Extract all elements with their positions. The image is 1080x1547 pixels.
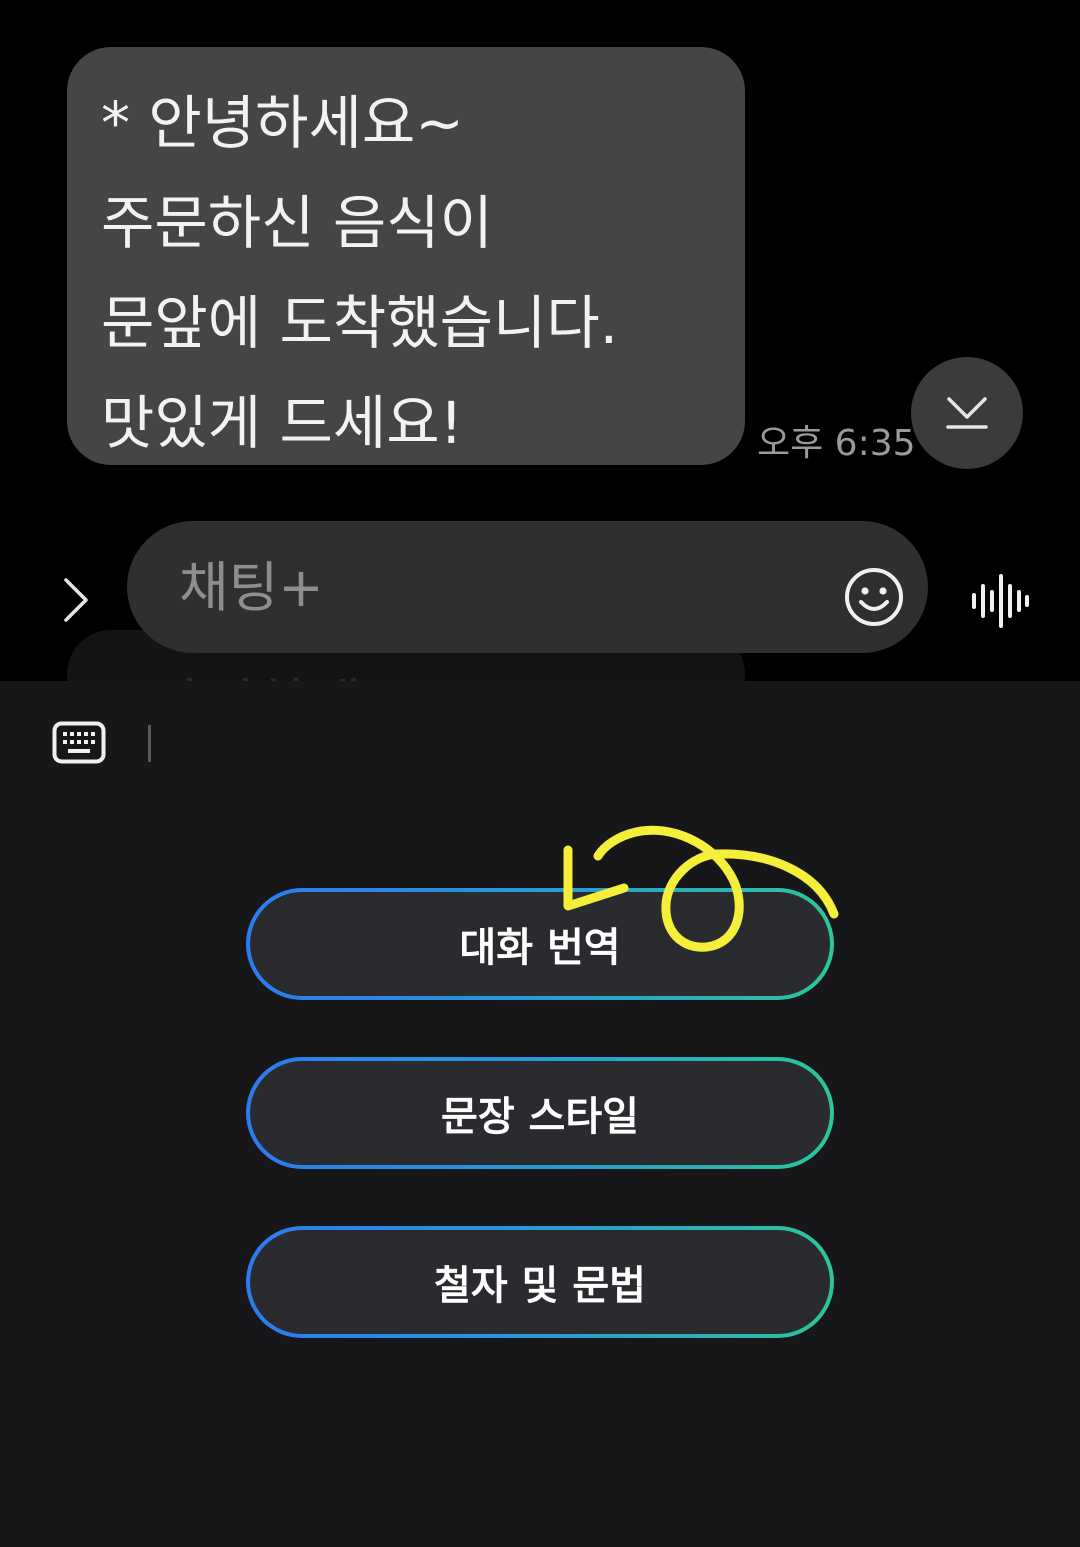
button-label: 문장 스타일 bbox=[441, 1094, 639, 1140]
chat-area: * 안녕하세요~ 주문하신 음식이 문앞에 도착했습니다. 맛있게 드세요! 오… bbox=[0, 0, 1080, 681]
message-line: 맛있게 드세요! bbox=[101, 389, 463, 457]
scroll-to-bottom-button[interactable] bbox=[911, 357, 1023, 469]
chat-input-container[interactable] bbox=[127, 521, 928, 653]
message-line: * 안녕하세요~ bbox=[101, 89, 464, 157]
sentence-style-button[interactable]: 문장 스타일 bbox=[246, 1057, 834, 1169]
chat-input[interactable] bbox=[179, 547, 819, 627]
expand-menu-button[interactable] bbox=[52, 572, 98, 628]
screen: * 안녕하세요~ 주문하신 음식이 문앞에 도착했습니다. 맛있게 드세요! 오… bbox=[0, 0, 1080, 1547]
received-message-bubble[interactable]: * 안녕하세요~ 주문하신 음식이 문앞에 도착했습니다. 맛있게 드세요! bbox=[67, 47, 745, 465]
spelling-grammar-button[interactable]: 철자 및 문법 bbox=[246, 1226, 834, 1338]
message-timestamp: 오후 6:35 bbox=[757, 423, 916, 464]
smiley-icon[interactable] bbox=[843, 566, 905, 628]
toolbar-divider bbox=[148, 725, 151, 762]
voice-waveform-icon[interactable] bbox=[962, 570, 1036, 632]
message-line: 주문하신 음식이 bbox=[101, 189, 493, 257]
button-label: 대화 번역 bbox=[459, 925, 621, 971]
scroll-to-bottom-icon bbox=[946, 397, 988, 429]
ai-tools-panel: 대화 번역 문장 스타일 철자 및 문법 bbox=[0, 681, 1080, 1547]
button-label: 철자 및 문법 bbox=[434, 1263, 646, 1309]
keyboard-icon[interactable] bbox=[52, 719, 106, 767]
translate-conversation-button[interactable]: 대화 번역 bbox=[246, 888, 834, 1000]
chevron-right-icon bbox=[64, 578, 88, 622]
message-line: 문앞에 도착했습니다. bbox=[101, 289, 619, 357]
